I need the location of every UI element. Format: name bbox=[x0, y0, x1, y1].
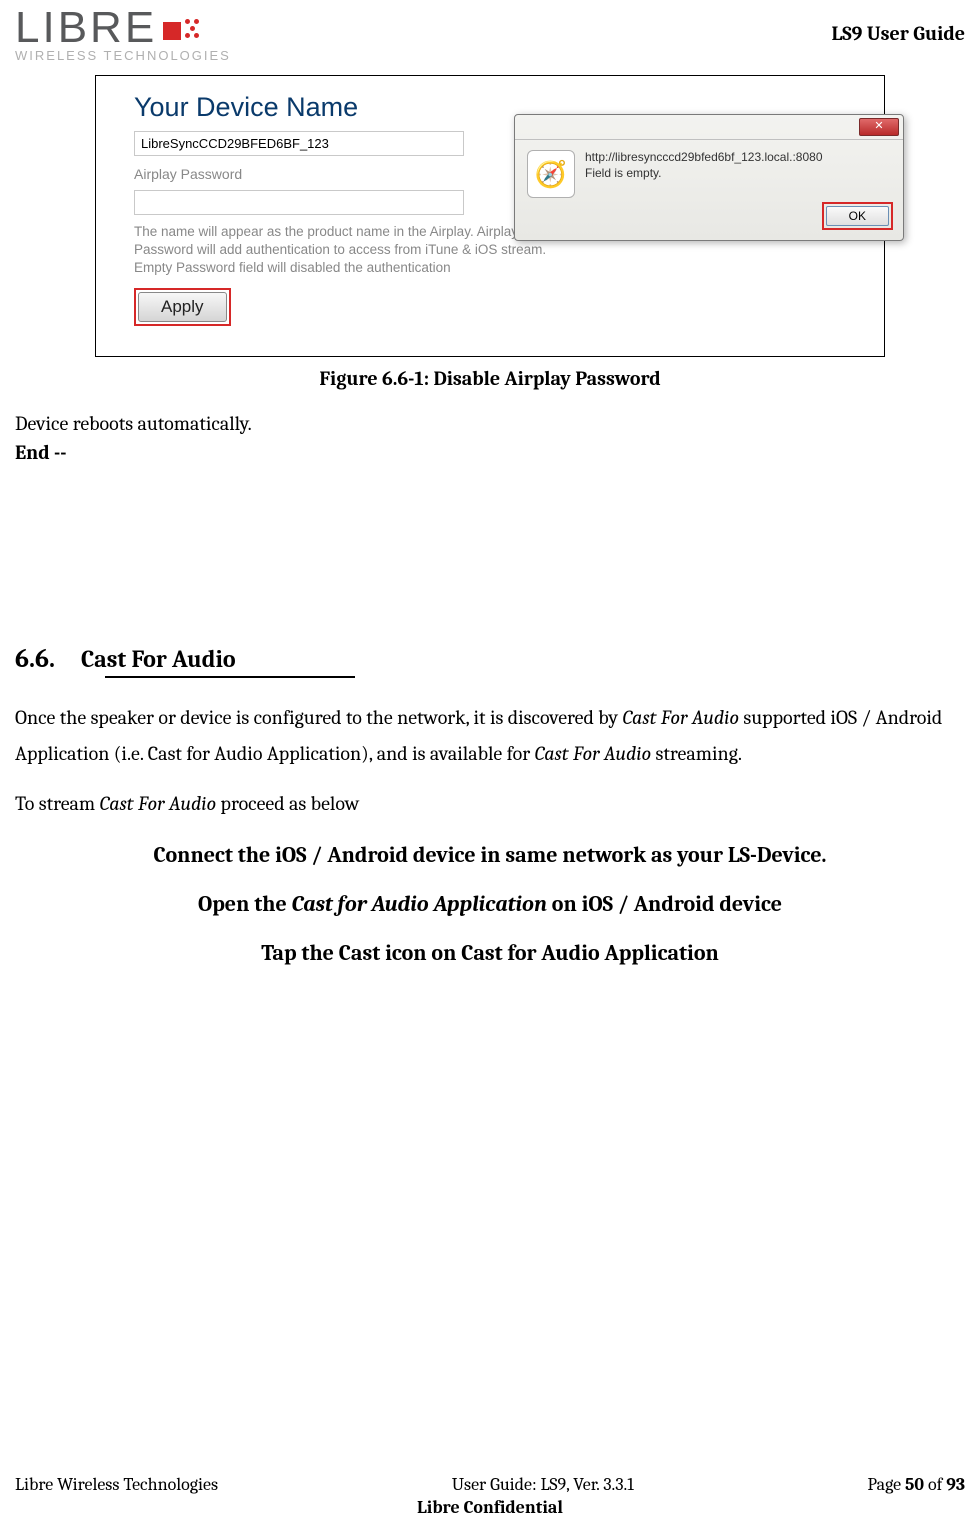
figure-caption: Figure 6.6-1: Disable Airplay Password bbox=[15, 367, 965, 390]
step-1: Connect the iOS / Android device in same… bbox=[55, 840, 925, 871]
safari-icon: 🧭 bbox=[527, 150, 575, 198]
logo-square-icon bbox=[163, 22, 181, 40]
figure-description: The name will appear as the product name… bbox=[134, 223, 574, 278]
apply-button[interactable]: Apply bbox=[138, 292, 227, 322]
logo: LIBRE WIRELESS TECHNOLOGIES bbox=[15, 6, 231, 63]
logo-dots-icon bbox=[185, 19, 207, 41]
section-underline bbox=[105, 676, 355, 678]
section-number: 6.6. bbox=[15, 644, 55, 674]
section-paragraph-1: Once the speaker or device is configured… bbox=[15, 700, 965, 772]
end-marker: End -- bbox=[15, 441, 965, 464]
dialog-text: http://libresyncccd29bfed6bf_123.local.:… bbox=[585, 150, 823, 198]
logo-text-e: E bbox=[125, 6, 157, 50]
logo-text: LIBR bbox=[15, 6, 125, 50]
airplay-password-input[interactable] bbox=[134, 190, 464, 215]
footer-right: Page 50 of 93 bbox=[867, 1474, 965, 1495]
device-name-input[interactable] bbox=[134, 131, 464, 156]
document-title: LS9 User Guide bbox=[832, 6, 965, 45]
footer-confidential: Libre Confidential bbox=[15, 1497, 965, 1518]
section-title: Cast For Audio bbox=[81, 645, 236, 673]
page-footer: Libre Wireless Technologies User Guide: … bbox=[15, 1474, 965, 1518]
alert-dialog: ✕ 🧭 http://libresyncccd29bfed6bf_123.loc… bbox=[514, 114, 904, 241]
step-2: Open the Cast for Audio Application on i… bbox=[55, 889, 925, 920]
footer-left: Libre Wireless Technologies bbox=[15, 1474, 218, 1495]
logo-subtitle: WIRELESS TECHNOLOGIES bbox=[15, 48, 231, 63]
dialog-message: Field is empty. bbox=[585, 166, 823, 182]
ok-highlight: OK bbox=[822, 202, 893, 230]
ok-button[interactable]: OK bbox=[826, 206, 889, 226]
step-3: Tap the Cast icon on Cast for Audio Appl… bbox=[55, 938, 925, 969]
dialog-url: http://libresyncccd29bfed6bf_123.local.:… bbox=[585, 150, 823, 166]
footer-center: User Guide: LS9, Ver. 3.3.1 bbox=[452, 1474, 634, 1495]
figure-screenshot: Your Device Name Airplay Password The na… bbox=[95, 75, 885, 357]
section-heading: 6.6. Cast For Audio bbox=[15, 644, 965, 674]
dialog-titlebar: ✕ bbox=[515, 115, 903, 140]
close-icon[interactable]: ✕ bbox=[859, 118, 899, 136]
apply-highlight: Apply bbox=[134, 288, 231, 326]
page-header: LIBRE WIRELESS TECHNOLOGIES LS9 User Gui… bbox=[15, 0, 965, 63]
section-paragraph-2: To stream Cast For Audio proceed as belo… bbox=[15, 786, 965, 822]
reboot-text: Device reboots automatically. bbox=[15, 412, 965, 435]
